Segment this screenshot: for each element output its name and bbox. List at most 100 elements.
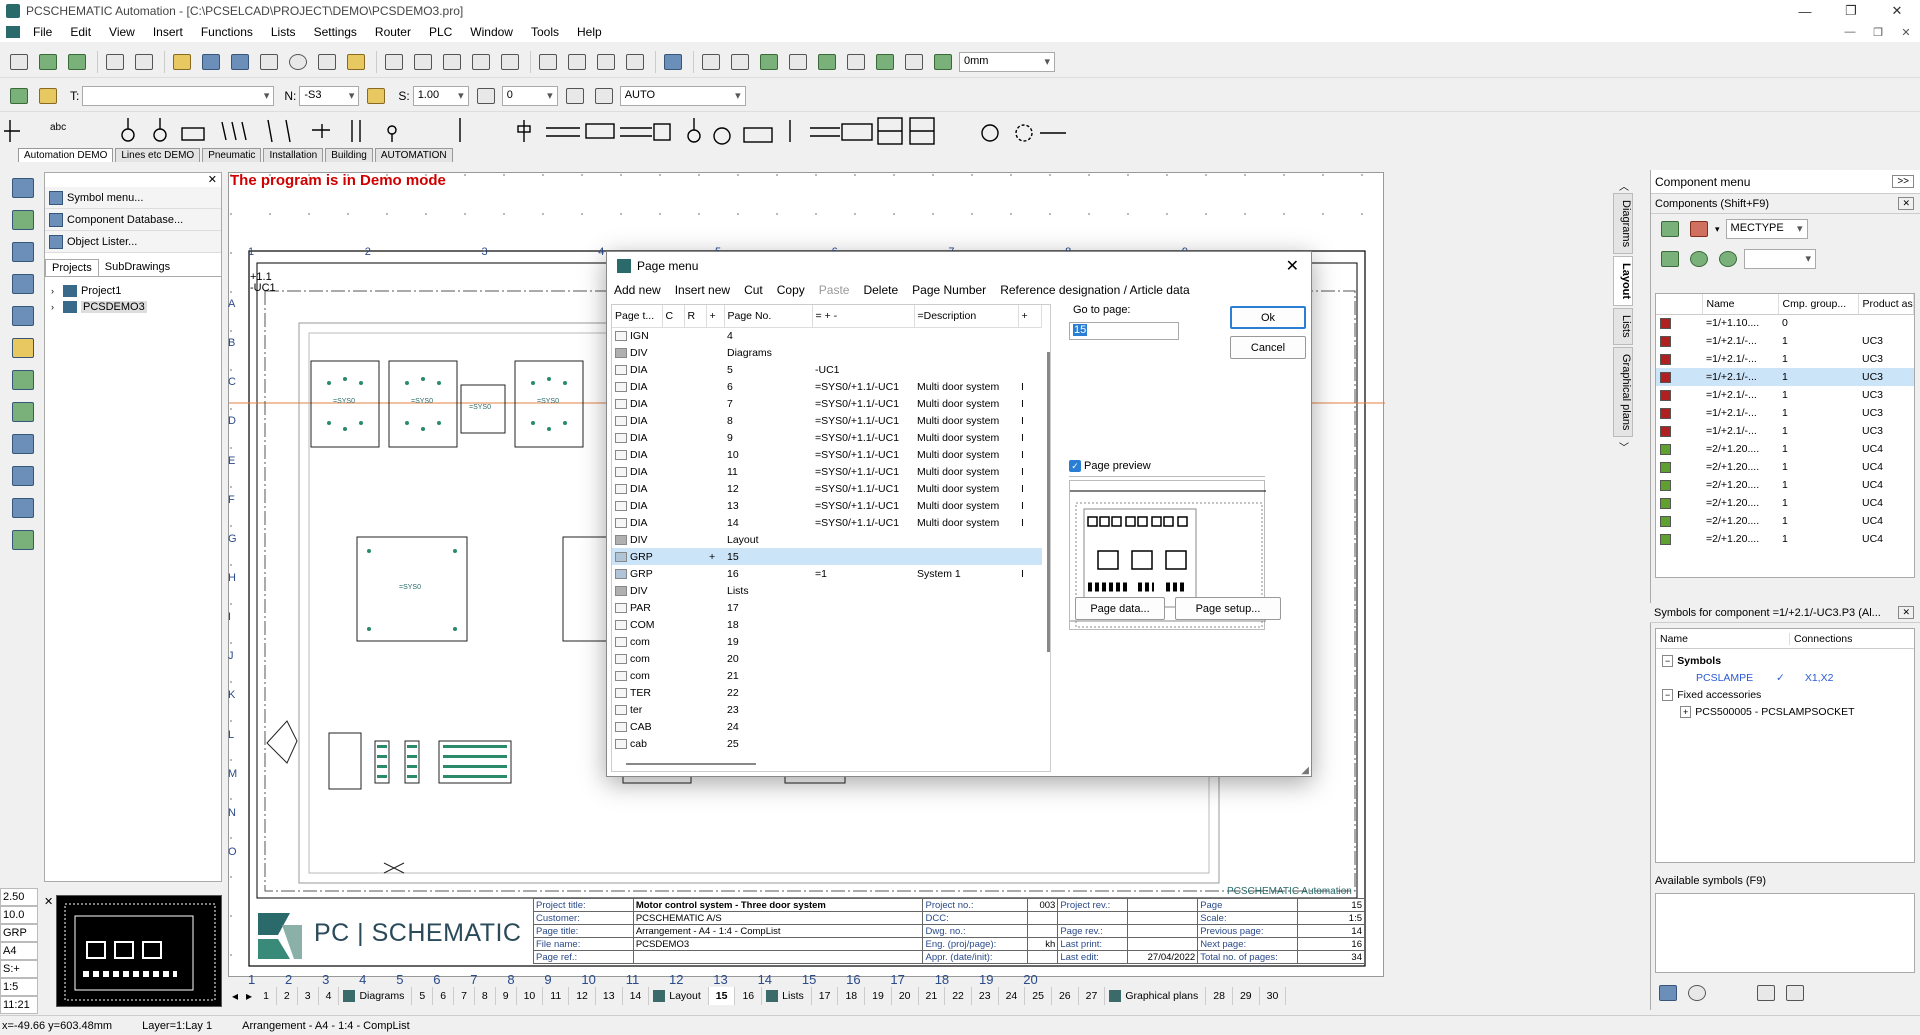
tree-fixed-accessories[interactable]: − Fixed accessories xyxy=(1662,687,1908,704)
component-row[interactable]: =2/+1.20.... 1 UC4 xyxy=(1656,530,1914,548)
overview-close-icon[interactable]: ✕ xyxy=(44,895,53,908)
vtab-diagrams[interactable]: Diagrams xyxy=(1613,193,1633,255)
spellcheck-icon[interactable] xyxy=(843,50,869,74)
distance-select[interactable]: 0mm xyxy=(959,51,1055,72)
select-tool-icon[interactable] xyxy=(9,174,37,202)
filter-icon[interactable] xyxy=(1753,981,1779,1005)
tree-socket[interactable]: + PCS500005 - PCSLAMPSOCKET xyxy=(1662,704,1908,721)
auto-select[interactable]: AUTO xyxy=(619,85,746,106)
symtab-automation[interactable]: AUTOMATION xyxy=(374,148,453,162)
rectangle-icon[interactable] xyxy=(314,50,340,74)
menu-view[interactable]: View xyxy=(100,25,144,39)
move-tool-icon[interactable] xyxy=(9,206,37,234)
connect-icon[interactable] xyxy=(227,50,253,74)
component-row[interactable]: =2/+1.20.... 1 UC4 xyxy=(1656,440,1914,458)
page-tab[interactable]: 20 xyxy=(892,987,919,1005)
circle-icon[interactable] xyxy=(285,50,311,74)
page-tab[interactable]: 11 xyxy=(543,987,570,1005)
menu-file[interactable]: File xyxy=(24,25,61,39)
page-group-tab[interactable]: Layout xyxy=(649,987,709,1005)
align-icon[interactable] xyxy=(535,50,561,74)
name-input[interactable]: -S3 xyxy=(299,85,360,106)
overview-preview[interactable] xyxy=(56,895,222,1007)
component-database-item[interactable]: Component Database... xyxy=(45,209,221,231)
component-row[interactable]: =2/+1.20.... 1 UC4 xyxy=(1656,458,1914,476)
component-tool-icon[interactable] xyxy=(6,84,32,108)
component-row[interactable]: =2/+1.20.... 1 UC4 xyxy=(1656,512,1914,530)
expand-button[interactable]: >> xyxy=(1892,175,1914,188)
color-filter-dropdown-icon[interactable]: ▾ xyxy=(1715,224,1720,235)
open-file-icon[interactable] xyxy=(35,50,61,74)
tab-projects[interactable]: Projects xyxy=(45,259,99,276)
page-tab[interactable]: 12 xyxy=(569,987,596,1005)
sym-col-connections[interactable]: Connections xyxy=(1790,633,1852,645)
rotate-icon[interactable] xyxy=(473,84,499,108)
dialog-menu-item[interactable]: Cut xyxy=(744,283,763,297)
page-tab[interactable]: 30 xyxy=(1260,987,1287,1005)
page-tab[interactable]: 22 xyxy=(945,987,972,1005)
align-vertical-icon[interactable] xyxy=(564,50,590,74)
checklist-icon[interactable] xyxy=(622,50,648,74)
page-group-tab[interactable]: Graphical plans xyxy=(1105,987,1207,1005)
vtabs-up-icon[interactable]: ︿ xyxy=(1613,178,1635,193)
mdi-restore-button[interactable]: ❐ xyxy=(1864,26,1892,39)
ok-button[interactable]: Ok xyxy=(1230,306,1306,329)
text-abc-icon[interactable] xyxy=(256,50,282,74)
component-row[interactable]: =1/+2.1/-... 1 UC3 xyxy=(1656,332,1914,350)
component-list-icon[interactable] xyxy=(1657,247,1683,271)
page-data-button[interactable]: Page data... xyxy=(1075,597,1165,620)
pencil-icon[interactable] xyxy=(343,50,369,74)
component-row[interactable]: =2/+1.20.... 1 UC4 xyxy=(1656,494,1914,512)
page-tab[interactable]: 4 xyxy=(319,987,340,1005)
menu-settings[interactable]: Settings xyxy=(305,25,366,39)
components-close-icon[interactable]: ✕ xyxy=(1898,197,1914,210)
symtab-installation[interactable]: Installation xyxy=(263,148,324,162)
menu-insert[interactable]: Insert xyxy=(144,25,192,39)
dialog-menu-item[interactable]: Page Number xyxy=(912,283,986,297)
tree-item-pcsdemo3[interactable]: › PCSDEMO3 xyxy=(51,299,215,315)
col-plus[interactable]: + xyxy=(706,305,725,328)
page-tab[interactable]: 18 xyxy=(838,987,866,1005)
page-tab[interactable]: 25 xyxy=(1025,987,1052,1005)
vtab-layout[interactable]: Layout xyxy=(1613,256,1633,307)
symbols-close-icon[interactable]: ✕ xyxy=(1898,606,1914,619)
page-tab[interactable]: 23 xyxy=(972,987,999,1005)
page-tab[interactable]: 27 xyxy=(1079,987,1106,1005)
symtab-pneumatic[interactable]: Pneumatic xyxy=(202,148,262,162)
scale-select[interactable]: 1.00 xyxy=(412,85,469,106)
cancel-button[interactable]: Cancel xyxy=(1230,336,1306,359)
page-tab[interactable]: 21 xyxy=(919,987,946,1005)
page-preview-checkbox[interactable]: ✓ Page preview xyxy=(1069,460,1151,472)
page-tab[interactable]: 13 xyxy=(596,987,623,1005)
view-options-icon[interactable] xyxy=(1782,981,1808,1005)
frame-icon[interactable] xyxy=(593,50,619,74)
page-tab[interactable]: 16 xyxy=(735,987,763,1005)
cut-icon[interactable] xyxy=(381,50,407,74)
page-group-tab[interactable]: Diagrams xyxy=(339,987,413,1005)
database-icon[interactable] xyxy=(727,50,753,74)
network-icon[interactable] xyxy=(9,526,37,554)
page-tab[interactable]: 19 xyxy=(865,987,892,1005)
col-page-type[interactable]: Page t... xyxy=(612,305,663,328)
component-row[interactable]: =1/+2.1/-... 1 UC3 xyxy=(1656,368,1914,386)
page-tab[interactable]: 26 xyxy=(1052,987,1079,1005)
dialog-close-icon[interactable]: ✕ xyxy=(1286,256,1299,276)
panel-close-icon[interactable]: ✕ xyxy=(45,173,221,187)
page-tab[interactable]: 9 xyxy=(496,987,517,1005)
lightning-icon[interactable] xyxy=(169,50,195,74)
wave-icon[interactable] xyxy=(930,50,956,74)
page-tab[interactable]: 5 xyxy=(412,987,434,1005)
symbol-icons[interactable]: abc xyxy=(0,114,1080,148)
page-row[interactable]: DIA 7 =SYS0/+1.1/-UC1 Multi door system I xyxy=(612,395,1042,412)
page-row[interactable]: com 21 xyxy=(612,667,1042,684)
dialog-menu-item[interactable]: Insert new xyxy=(675,283,730,297)
menu-help[interactable]: Help xyxy=(568,25,611,39)
resize-grip-icon[interactable]: ◢ xyxy=(1301,765,1309,776)
menu-edit[interactable]: Edit xyxy=(61,25,100,39)
mdi-close-button[interactable]: ✕ xyxy=(1892,26,1920,39)
menu-plc[interactable]: PLC xyxy=(420,25,461,39)
page-row[interactable]: PAR 17 xyxy=(612,599,1042,616)
horizontal-scrollbar[interactable] xyxy=(626,763,756,765)
print-icon[interactable] xyxy=(102,50,128,74)
copy-tool-icon[interactable] xyxy=(9,238,37,266)
